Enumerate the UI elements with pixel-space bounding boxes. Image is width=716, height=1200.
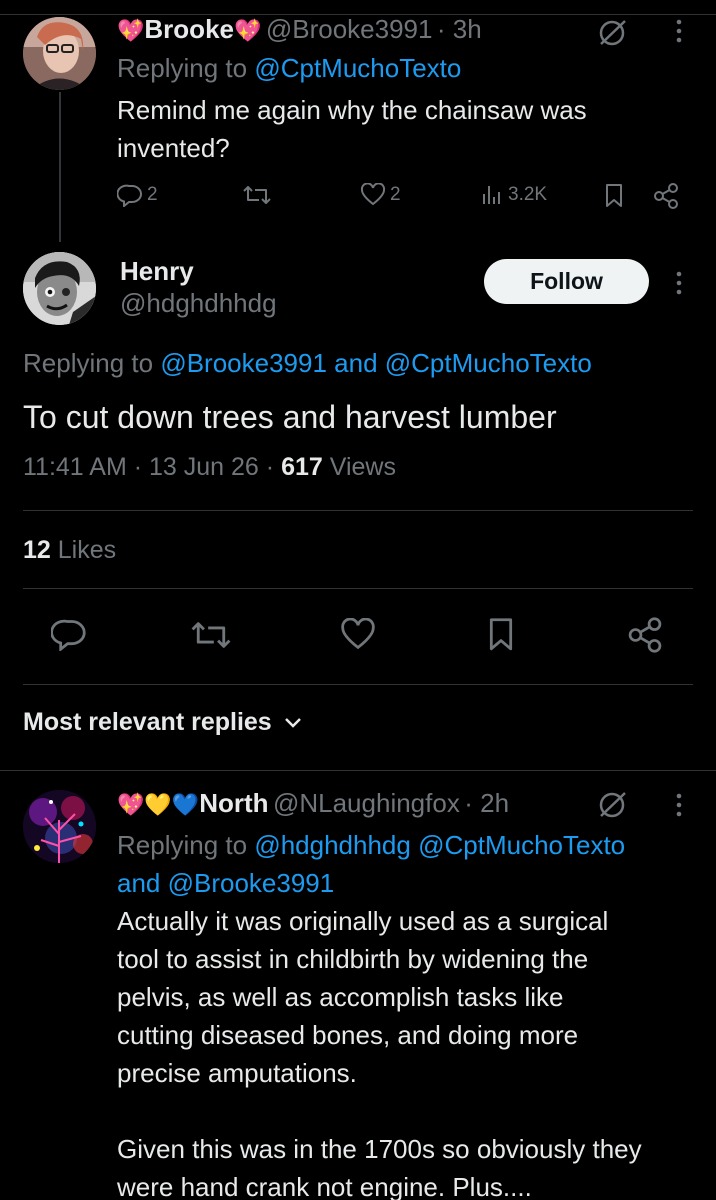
- reply1-share-button[interactable]: [652, 183, 680, 209]
- main-likes-label: Likes: [57, 536, 117, 564]
- stats-divider: [23, 588, 693, 589]
- meta-separator: ·: [133, 453, 143, 481]
- reply1-timestamp[interactable]: · 3h: [437, 14, 482, 44]
- main-time[interactable]: 11:41 AM: [23, 453, 127, 481]
- sort-replies-dropdown[interactable]: Most relevant replies: [23, 708, 302, 737]
- section-divider: [0, 770, 716, 771]
- reply1-replying-to: Replying to @CptMuchoTexto: [117, 53, 461, 84]
- heart-emojis: 💖💛💙: [117, 792, 200, 817]
- reply1-like-count: 2: [390, 184, 401, 205]
- main-share-button[interactable]: [626, 617, 664, 653]
- main-meta: 11:41 AM · 13 Jun 26 · 617 Views: [23, 453, 396, 482]
- chevron-down-icon: [284, 717, 301, 728]
- reply1-views-button[interactable]: 3.2K: [480, 183, 547, 207]
- main-views-label: Views: [329, 453, 396, 481]
- reply1-header: 💖Brooke💖 @Brooke3991 · 3h: [117, 14, 482, 45]
- thread-line: [59, 92, 61, 242]
- reply1-like-button[interactable]: 2: [360, 183, 401, 207]
- reply2-header: 💖💛💙North @NLaughingfox · 2h: [117, 788, 509, 819]
- mention-link[interactable]: @CptMuchoTexto: [254, 53, 461, 83]
- reply1-author-name[interactable]: Brooke: [144, 14, 234, 44]
- reply2-timestamp[interactable]: · 2h: [464, 788, 509, 818]
- reply2-text-line: were hand crank not engine. Plus....: [117, 1172, 532, 1200]
- main-reply-button[interactable]: [51, 617, 87, 651]
- actions-divider: [23, 684, 693, 685]
- replying-prefix: Replying to: [117, 830, 255, 860]
- main-author-handle[interactable]: @hdghdhhdg: [120, 286, 277, 320]
- mention-link[interactable]: @Brooke3991: [168, 868, 335, 898]
- retweet-icon: [191, 622, 231, 648]
- reply1-author-handle[interactable]: @Brooke3991: [266, 14, 433, 44]
- sort-label: Most relevant replies: [23, 708, 272, 736]
- reply2-author-handle[interactable]: @NLaughingfox: [273, 788, 460, 818]
- avatar-north-image: [23, 790, 96, 863]
- share-icon: [628, 617, 662, 653]
- main-likes-stat[interactable]: 12 Likes: [23, 536, 116, 565]
- reply1-text: Remind me again why the chainsaw was inv…: [117, 91, 587, 167]
- heart-emoji-right: 💖: [233, 18, 262, 43]
- main-tweet-text: To cut down trees and harvest lumber: [23, 399, 557, 435]
- share-icon: [654, 183, 678, 209]
- reply-icon: [51, 619, 86, 651]
- avatar-north[interactable]: [23, 790, 96, 863]
- views-icon: [483, 186, 500, 204]
- main-likes-count: 12: [23, 536, 51, 564]
- reply1-reply-button[interactable]: 2: [117, 183, 158, 207]
- mention-link[interactable]: @Brooke3991: [160, 348, 327, 378]
- reply2-more-icon[interactable]: [675, 792, 683, 818]
- follow-button[interactable]: Follow: [484, 259, 649, 304]
- reply2-text-line: precise amputations.: [117, 1058, 357, 1088]
- reply1-reply-count: 2: [147, 184, 158, 205]
- reply1-bookmark-button[interactable]: [604, 183, 624, 209]
- main-bookmark-button[interactable]: [487, 617, 515, 653]
- reply2-text-line: pelvis, as well as accomplish tasks like: [117, 982, 564, 1012]
- reply2-author-name[interactable]: North: [199, 788, 268, 818]
- meta-separator: ·: [265, 453, 275, 481]
- more-icon[interactable]: [675, 18, 683, 44]
- main-retweet-button[interactable]: [191, 618, 231, 652]
- avatar-brooke-image: [23, 17, 96, 90]
- replying-and: and: [326, 348, 385, 378]
- reply2-text: Actually it was originally used as a sur…: [117, 902, 642, 1200]
- main-date[interactable]: 13 Jun 26: [149, 453, 259, 481]
- heart-emoji-left: 💖: [117, 18, 145, 43]
- reply2-text-line: cutting diseased bones, and doing more: [117, 1020, 579, 1050]
- replying-and: and: [117, 868, 168, 898]
- avatar-henry-image: [23, 252, 96, 325]
- mention-link[interactable]: @CptMuchoTexto: [418, 830, 625, 860]
- reply2-text-line: Actually it was originally used as a sur…: [117, 906, 609, 936]
- reply1-text-line: invented?: [117, 133, 230, 163]
- mention-link[interactable]: @hdghdhhdg: [254, 830, 411, 860]
- main-author-name[interactable]: Henry: [120, 256, 277, 286]
- reply1-view-count: 3.2K: [508, 184, 548, 205]
- main-replying-to: Replying to @Brooke3991 and @CptMuchoTex…: [23, 348, 592, 379]
- heart-icon: [360, 183, 386, 206]
- reply-icon: [117, 184, 142, 207]
- reply1-retweet-button[interactable]: [243, 183, 271, 207]
- avatar-brooke[interactable]: [23, 17, 96, 90]
- reply2-replying-to: Replying to @hdghdhhdg @CptMuchoTexto an…: [117, 826, 625, 902]
- reply2-text-line: Given this was in the 1700s so obviously…: [117, 1134, 642, 1164]
- reply2-grok-icon[interactable]: [597, 790, 629, 818]
- bookmark-icon: [489, 618, 513, 651]
- replying-prefix: Replying to: [23, 348, 161, 378]
- main-views-count: 617: [281, 453, 323, 481]
- mention-link[interactable]: @CptMuchoTexto: [385, 348, 592, 378]
- main-more-icon[interactable]: [675, 270, 683, 296]
- grok-icon[interactable]: [597, 18, 629, 46]
- reply2-text-line: tool to assist in childbirth by widening…: [117, 944, 589, 974]
- avatar-henry[interactable]: [23, 252, 96, 325]
- replying-prefix: Replying to: [117, 53, 255, 83]
- retweet-icon: [243, 186, 271, 204]
- reply1-text-line: Remind me again why the chainsaw was: [117, 95, 587, 125]
- bookmark-icon: [606, 184, 622, 207]
- meta-divider: [23, 510, 693, 511]
- main-like-button[interactable]: [340, 618, 376, 652]
- heart-icon: [341, 618, 375, 650]
- main-author: Henry @hdghdhhdg: [120, 256, 277, 320]
